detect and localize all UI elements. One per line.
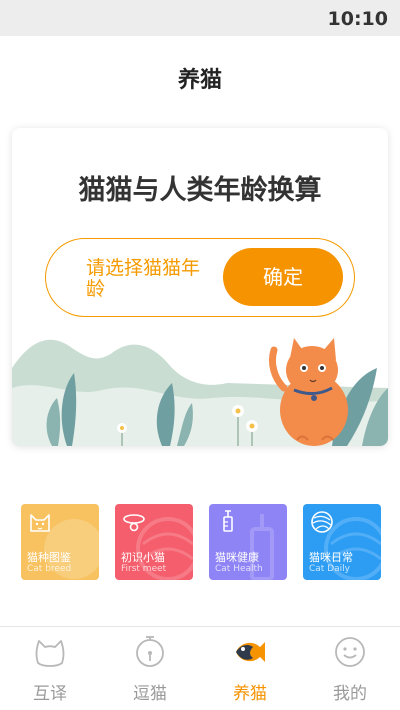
cat-collar-icon xyxy=(123,514,145,532)
feature-first-meet[interactable]: 初识小猫 First meet xyxy=(115,504,193,580)
feature-title: 猫种图鉴 xyxy=(27,551,71,564)
cat-head-icon xyxy=(35,640,65,667)
confirm-button[interactable]: 确定 xyxy=(223,248,343,306)
age-calculator-card: 猫猫与人类年龄换算 请选择猫猫年龄 确定 xyxy=(12,128,388,446)
yarn-ball-icon xyxy=(311,511,333,533)
cat-face-icon xyxy=(30,514,50,532)
tab-tease-cat[interactable]: 逗猫 xyxy=(100,627,200,710)
tab-mine[interactable]: 我的 xyxy=(300,627,400,710)
feature-title: 猫咪健康 xyxy=(215,551,259,564)
syringe-icon xyxy=(223,510,233,532)
feature-cat-daily[interactable]: 猫咪日常 Cat Daily xyxy=(303,504,381,580)
feature-title: 初识小猫 xyxy=(121,551,165,564)
feature-subtitle: Cat Health xyxy=(215,564,263,574)
status-time: 10:10 xyxy=(327,8,388,30)
feature-grid: 猫种图鉴 Cat breed 初识小猫 First meet 猫咪健康 Cat … xyxy=(0,504,400,582)
feature-cat-breed[interactable]: 猫种图鉴 Cat breed xyxy=(21,504,99,580)
tab-translate[interactable]: 互译 xyxy=(0,627,100,710)
tab-raise-cat[interactable]: 养猫 xyxy=(200,627,300,710)
smiley-icon xyxy=(335,637,365,667)
feature-subtitle: First meet xyxy=(121,564,167,574)
calculator-title: 猫猫与人类年龄换算 xyxy=(78,175,322,206)
tab-label: 养猫 xyxy=(233,684,267,704)
tab-label: 我的 xyxy=(333,684,367,704)
tab-label: 互译 xyxy=(33,684,67,704)
feature-cat-health[interactable]: 猫咪健康 Cat Health xyxy=(209,504,287,580)
age-picker-placeholder[interactable]: 请选择猫猫年龄 xyxy=(86,258,216,300)
age-picker[interactable]: 请选择猫猫年龄 确定 xyxy=(45,238,355,317)
cat-toy-icon xyxy=(136,636,164,667)
status-bar: 10:10 xyxy=(0,0,400,36)
feature-title: 猫咪日常 xyxy=(309,551,353,564)
bottom-tab-bar: 互译 逗猫 养猫 我的 xyxy=(0,626,400,710)
cat-garden-illustration xyxy=(12,338,388,446)
fish-icon xyxy=(236,642,265,662)
feature-subtitle: Cat Daily xyxy=(309,564,350,574)
tab-label: 逗猫 xyxy=(133,684,167,704)
page-title: 养猫 xyxy=(177,68,222,93)
feature-subtitle: Cat breed xyxy=(27,564,72,574)
